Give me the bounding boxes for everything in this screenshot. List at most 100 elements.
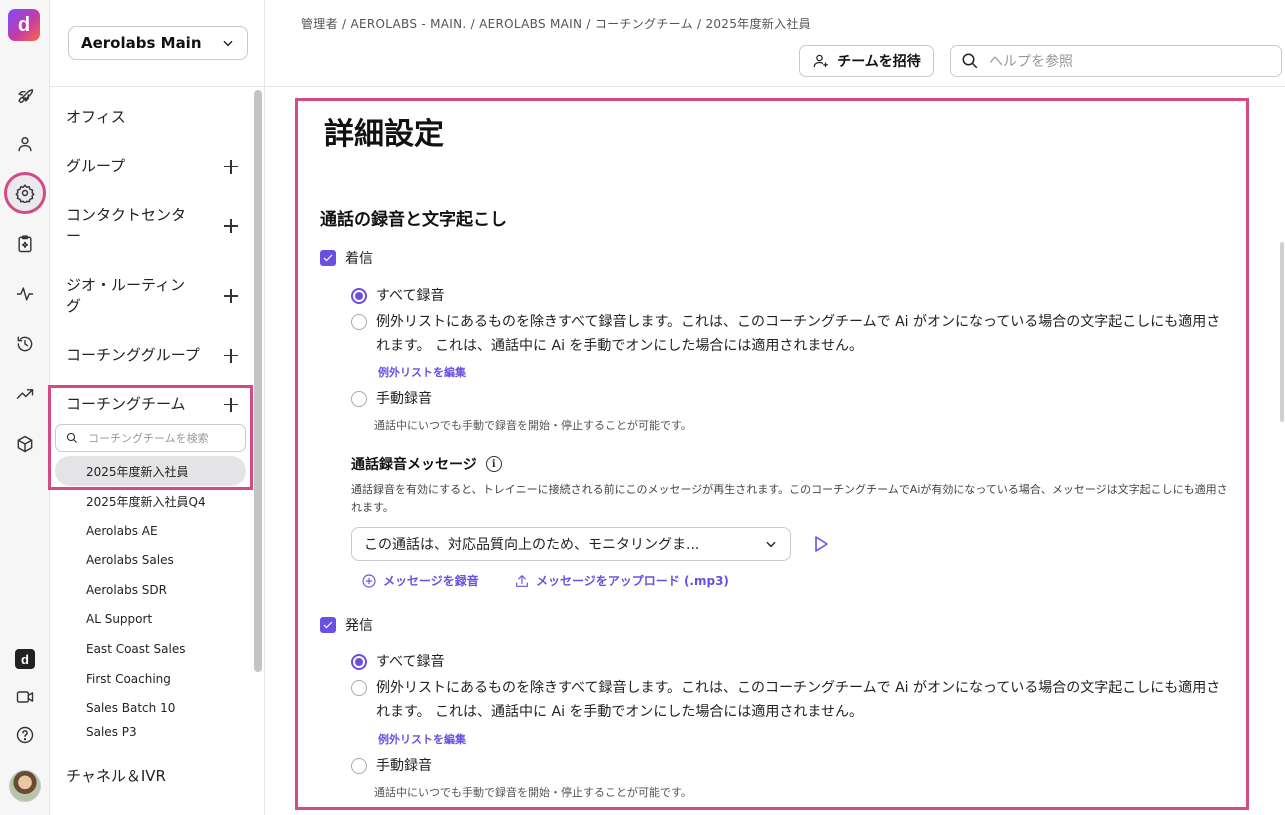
upload-icon xyxy=(516,574,528,587)
team-item[interactable]: Aerolabs SDR xyxy=(55,575,246,605)
main-scrollbar[interactable] xyxy=(1280,242,1284,422)
team-item[interactable]: Sales P3 xyxy=(55,725,246,739)
sidebar-item-label: コーチングチーム xyxy=(66,395,186,413)
recording-message-description: 通話録音を有効にすると、トレイニーに接続される前にこのメッセージが再生されます。… xyxy=(351,483,1228,514)
radio-unselected[interactable] xyxy=(351,680,367,696)
help-icon[interactable] xyxy=(9,719,41,751)
chevron-down-icon xyxy=(223,40,233,47)
outgoing-radio-manual[interactable]: 手動録音 xyxy=(351,754,1221,778)
dialpad-icon[interactable]: d xyxy=(9,643,41,675)
plus-icon[interactable] xyxy=(224,289,238,303)
app-logo-letter: d xyxy=(17,13,31,36)
cube-icon[interactable] xyxy=(9,428,41,460)
team-search-input[interactable]: コーチングチームを検索 xyxy=(55,424,246,452)
edit-exception-list-link[interactable]: 例外リストを編集 xyxy=(378,731,466,747)
settings-sidebar: Aerolabs Main オフィス グループ コンタクトセンター ジオ・ルーテ… xyxy=(48,0,265,815)
edit-exception-list-link[interactable]: 例外リストを編集 xyxy=(378,364,466,380)
incoming-checkbox[interactable] xyxy=(320,250,336,266)
outgoing-radio-record-all[interactable]: すべて録音 xyxy=(351,650,1221,674)
breadcrumb[interactable]: 管理者 / AEROLABS - MAIN. / AEROLABS MAIN /… xyxy=(301,15,811,32)
add-user-icon xyxy=(813,54,828,68)
incoming-radio-record-all[interactable]: すべて録音 xyxy=(351,284,1221,308)
team-item-selected[interactable]: 2025年度新入社員 xyxy=(55,456,246,486)
sidebar-item-label: オフィス xyxy=(66,108,126,126)
manual-recording-hint: 通話中にいつでも手動で録音を開始・停止することが可能です。 xyxy=(374,419,692,432)
radio-unselected[interactable] xyxy=(351,314,367,330)
radio-label: 手動録音 xyxy=(376,758,432,774)
help-search-input[interactable]: ヘルプを参照 xyxy=(950,45,1282,77)
team-item-label: Aerolabs AE xyxy=(86,524,158,538)
team-item-label: Aerolabs SDR xyxy=(86,583,167,597)
rocket-icon[interactable] xyxy=(9,79,41,111)
team-item-label: 2025年度新入社員Q4 xyxy=(86,494,206,509)
play-icon[interactable] xyxy=(813,535,829,553)
info-icon[interactable]: i xyxy=(485,456,502,472)
sidebar-item-label: グループ xyxy=(66,157,126,175)
upload-message-button[interactable]: メッセージをアップロード (.mp3) xyxy=(514,572,729,589)
invite-team-button[interactable]: チームを招待 xyxy=(799,45,934,77)
sidebar-item-office[interactable]: オフィス xyxy=(66,107,242,128)
icon-rail: d d xyxy=(0,0,50,815)
app-logo-icon[interactable]: d xyxy=(8,9,40,41)
clipboard-icon[interactable] xyxy=(9,228,41,260)
team-item[interactable]: First Coaching xyxy=(55,664,246,694)
team-item[interactable]: 2025年度新入社員Q4 xyxy=(55,486,246,516)
invite-label: チームを招待 xyxy=(837,54,921,70)
radio-label: 例外リストにあるものを除きすべて録音します。これは、このコーチングチームで Ai… xyxy=(376,314,1221,354)
upload-message-label: メッセージをアップロード (.mp3) xyxy=(536,574,729,588)
plus-icon[interactable] xyxy=(224,348,238,363)
outgoing-radio-except-list[interactable]: 例外リストにあるものを除きすべて録音します。これは、このコーチングチームで Ai… xyxy=(351,676,1221,724)
record-message-label: メッセージを録音 xyxy=(383,574,479,588)
record-message-button[interactable]: メッセージを録音 xyxy=(361,572,479,589)
sidebar-item-contact-center[interactable]: コンタクトセンター xyxy=(66,205,242,247)
help-search-placeholder: ヘルプを参照 xyxy=(989,54,1073,70)
sidebar-scrollbar[interactable] xyxy=(254,90,262,672)
radio-unselected[interactable] xyxy=(351,391,367,407)
team-item[interactable]: Sales Batch 10 xyxy=(55,693,246,723)
sidebar-item-label: コンタクトセンター xyxy=(66,206,187,245)
sidebar-item-coaching-teams[interactable]: コーチングチーム xyxy=(66,394,242,415)
sidebar-item-channels-ivr[interactable]: チャネル＆IVR xyxy=(66,765,166,786)
team-item[interactable]: AL Support xyxy=(55,604,246,634)
incoming-checkbox-row[interactable]: 着信 xyxy=(320,248,373,268)
info-glyph: i xyxy=(491,458,496,470)
radio-selected[interactable] xyxy=(351,654,367,670)
plus-icon[interactable] xyxy=(224,159,238,174)
sidebar-item-coaching-groups[interactable]: コーチンググループ xyxy=(66,345,242,366)
org-selector[interactable]: Aerolabs Main xyxy=(68,26,248,60)
sidebar-item-label: コーチンググループ xyxy=(66,346,200,364)
sidebar-item-groups[interactable]: グループ xyxy=(66,156,242,177)
radio-label: すべて録音 xyxy=(376,654,445,670)
gear-icon[interactable] xyxy=(4,172,46,214)
team-item[interactable]: East Coast Sales xyxy=(55,634,246,664)
incoming-radio-except-list[interactable]: 例外リストにあるものを除きすべて録音します。これは、このコーチングチームで Ai… xyxy=(351,310,1221,358)
page-title: 詳細設定 xyxy=(324,117,444,152)
radio-selected[interactable] xyxy=(351,288,367,304)
team-item-label: First Coaching xyxy=(86,672,171,686)
org-name: Aerolabs Main xyxy=(81,34,202,52)
person-icon[interactable] xyxy=(9,128,41,160)
history-icon[interactable] xyxy=(9,328,41,360)
team-item[interactable]: Aerolabs Sales xyxy=(55,545,246,575)
video-icon[interactable] xyxy=(9,681,41,713)
sidebar-divider xyxy=(50,86,265,87)
radio-unselected[interactable] xyxy=(351,758,367,774)
sidebar-item-geo-routing[interactable]: ジオ・ルーティング xyxy=(66,275,242,317)
team-search-placeholder: コーチングチームを検索 xyxy=(88,432,209,445)
chevron-down-icon xyxy=(766,541,776,548)
search-icon xyxy=(67,433,77,443)
avatar[interactable] xyxy=(9,770,41,802)
activity-icon[interactable] xyxy=(9,278,41,310)
plus-icon[interactable] xyxy=(224,219,238,233)
trending-icon[interactable] xyxy=(9,378,41,410)
team-item-label: Sales Batch 10 xyxy=(86,701,176,715)
team-item[interactable]: Aerolabs AE xyxy=(55,516,246,546)
outgoing-checkbox-row[interactable]: 発信 xyxy=(320,615,373,635)
recording-message-select[interactable]: この通話は、対応品質向上のため、モニタリングま... xyxy=(351,527,791,561)
plus-icon[interactable] xyxy=(224,397,238,412)
incoming-radio-manual[interactable]: 手動録音 xyxy=(351,387,1221,411)
manual-recording-hint: 通話中にいつでも手動で録音を開始・停止することが可能です。 xyxy=(374,786,692,799)
team-item-label: AL Support xyxy=(86,612,153,626)
sidebar-item-label: ジオ・ルーティング xyxy=(66,276,186,315)
outgoing-checkbox[interactable] xyxy=(320,617,336,633)
